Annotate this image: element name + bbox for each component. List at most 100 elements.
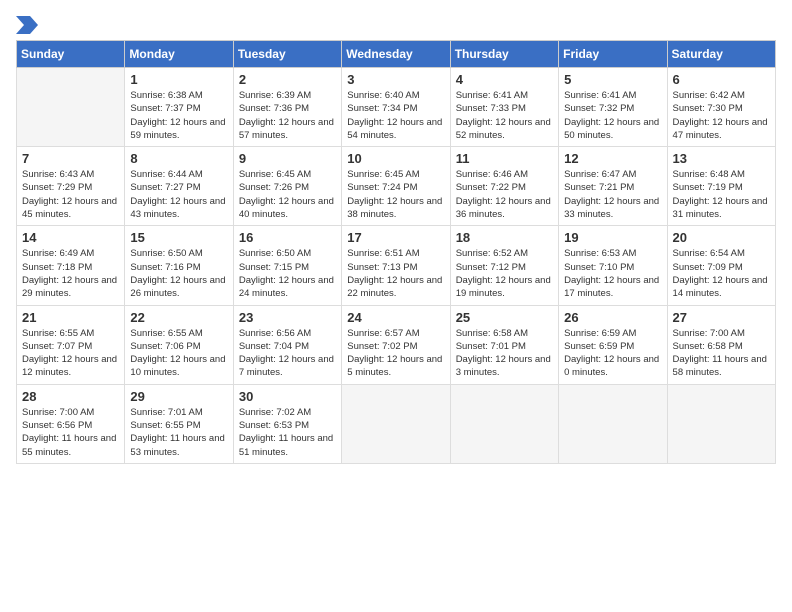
day-number: 13 bbox=[673, 151, 770, 166]
calendar-cell: 23 Sunrise: 6:56 AMSunset: 7:04 PMDayligh… bbox=[233, 305, 341, 384]
day-info: Sunrise: 6:48 AMSunset: 7:19 PMDaylight:… bbox=[673, 168, 770, 221]
day-info: Sunrise: 6:45 AMSunset: 7:24 PMDaylight:… bbox=[347, 168, 444, 221]
day-number: 25 bbox=[456, 310, 553, 325]
calendar-cell bbox=[667, 384, 775, 463]
day-info: Sunrise: 6:54 AMSunset: 7:09 PMDaylight:… bbox=[673, 247, 770, 300]
day-info: Sunrise: 6:46 AMSunset: 7:22 PMDaylight:… bbox=[456, 168, 553, 221]
day-number: 15 bbox=[130, 230, 227, 245]
calendar-cell: 10 Sunrise: 6:45 AMSunset: 7:24 PMDayligh… bbox=[342, 147, 450, 226]
calendar-cell: 28Sunrise: 7:00 AMSunset: 6:56 PMDayligh… bbox=[17, 384, 125, 463]
day-header-thursday: Thursday bbox=[450, 41, 558, 68]
day-info: Sunrise: 6:47 AMSunset: 7:21 PMDaylight:… bbox=[564, 168, 661, 221]
day-info: Sunrise: 7:00 AMSunset: 6:56 PMDaylight:… bbox=[22, 406, 119, 459]
calendar-cell: 25 Sunrise: 6:58 AMSunset: 7:01 PMDayligh… bbox=[450, 305, 558, 384]
calendar-week-row: 1 Sunrise: 6:38 AMSunset: 7:37 PMDaylight… bbox=[17, 68, 776, 147]
day-number: 6 bbox=[673, 72, 770, 87]
day-info: Sunrise: 6:50 AMSunset: 7:16 PMDaylight:… bbox=[130, 247, 227, 300]
day-number: 17 bbox=[347, 230, 444, 245]
calendar-cell: 24 Sunrise: 6:57 AMSunset: 7:02 PMDayligh… bbox=[342, 305, 450, 384]
day-number: 8 bbox=[130, 151, 227, 166]
day-info: Sunrise: 6:43 AMSunset: 7:29 PMDaylight:… bbox=[22, 168, 119, 221]
day-info: Sunrise: 6:50 AMSunset: 7:15 PMDaylight:… bbox=[239, 247, 336, 300]
calendar-cell: 8 Sunrise: 6:44 AMSunset: 7:27 PMDaylight… bbox=[125, 147, 233, 226]
day-info: Sunrise: 6:58 AMSunset: 7:01 PMDaylight:… bbox=[456, 327, 553, 380]
day-header-monday: Monday bbox=[125, 41, 233, 68]
day-number: 23 bbox=[239, 310, 336, 325]
calendar-week-row: 28Sunrise: 7:00 AMSunset: 6:56 PMDayligh… bbox=[17, 384, 776, 463]
day-header-sunday: Sunday bbox=[17, 41, 125, 68]
day-info: Sunrise: 7:00 AMSunset: 6:58 PMDaylight:… bbox=[673, 327, 770, 380]
day-number: 20 bbox=[673, 230, 770, 245]
calendar-cell: 2 Sunrise: 6:39 AMSunset: 7:36 PMDaylight… bbox=[233, 68, 341, 147]
day-header-tuesday: Tuesday bbox=[233, 41, 341, 68]
day-info: Sunrise: 6:45 AMSunset: 7:26 PMDaylight:… bbox=[239, 168, 336, 221]
day-info: Sunrise: 7:02 AMSunset: 6:53 PMDaylight:… bbox=[239, 406, 336, 459]
calendar-cell: 26 Sunrise: 6:59 AMSunset: 6:59 PMDayligh… bbox=[559, 305, 667, 384]
calendar-cell bbox=[450, 384, 558, 463]
day-info: Sunrise: 6:56 AMSunset: 7:04 PMDaylight:… bbox=[239, 327, 336, 380]
calendar-cell: 16 Sunrise: 6:50 AMSunset: 7:15 PMDayligh… bbox=[233, 226, 341, 305]
calendar-cell: 11 Sunrise: 6:46 AMSunset: 7:22 PMDayligh… bbox=[450, 147, 558, 226]
calendar-cell: 29 Sunrise: 7:01 AMSunset: 6:55 PMDayligh… bbox=[125, 384, 233, 463]
day-number: 10 bbox=[347, 151, 444, 166]
day-number: 30 bbox=[239, 389, 336, 404]
page-header bbox=[16, 16, 776, 30]
day-info: Sunrise: 6:52 AMSunset: 7:12 PMDaylight:… bbox=[456, 247, 553, 300]
day-number: 12 bbox=[564, 151, 661, 166]
logo bbox=[16, 16, 38, 30]
calendar-cell: 17 Sunrise: 6:51 AMSunset: 7:13 PMDayligh… bbox=[342, 226, 450, 305]
day-number: 16 bbox=[239, 230, 336, 245]
day-number: 26 bbox=[564, 310, 661, 325]
calendar-cell bbox=[342, 384, 450, 463]
calendar-cell: 19 Sunrise: 6:53 AMSunset: 7:10 PMDayligh… bbox=[559, 226, 667, 305]
day-info: Sunrise: 6:51 AMSunset: 7:13 PMDaylight:… bbox=[347, 247, 444, 300]
day-info: Sunrise: 6:55 AMSunset: 7:06 PMDaylight:… bbox=[130, 327, 227, 380]
calendar-cell: 5 Sunrise: 6:41 AMSunset: 7:32 PMDaylight… bbox=[559, 68, 667, 147]
day-info: Sunrise: 6:57 AMSunset: 7:02 PMDaylight:… bbox=[347, 327, 444, 380]
day-info: Sunrise: 6:39 AMSunset: 7:36 PMDaylight:… bbox=[239, 89, 336, 142]
calendar-cell: 4 Sunrise: 6:41 AMSunset: 7:33 PMDaylight… bbox=[450, 68, 558, 147]
calendar-week-row: 21 Sunrise: 6:55 AMSunset: 7:07 PMDayligh… bbox=[17, 305, 776, 384]
day-number: 24 bbox=[347, 310, 444, 325]
day-info: Sunrise: 6:41 AMSunset: 7:32 PMDaylight:… bbox=[564, 89, 661, 142]
day-info: Sunrise: 6:38 AMSunset: 7:37 PMDaylight:… bbox=[130, 89, 227, 142]
day-info: Sunrise: 6:40 AMSunset: 7:34 PMDaylight:… bbox=[347, 89, 444, 142]
calendar-cell: 14Sunrise: 6:49 AMSunset: 7:18 PMDayligh… bbox=[17, 226, 125, 305]
day-number: 19 bbox=[564, 230, 661, 245]
day-number: 3 bbox=[347, 72, 444, 87]
calendar-cell: 6 Sunrise: 6:42 AMSunset: 7:30 PMDaylight… bbox=[667, 68, 775, 147]
calendar-cell: 18Sunrise: 6:52 AMSunset: 7:12 PMDayligh… bbox=[450, 226, 558, 305]
day-info: Sunrise: 6:55 AMSunset: 7:07 PMDaylight:… bbox=[22, 327, 119, 380]
day-number: 27 bbox=[673, 310, 770, 325]
day-number: 11 bbox=[456, 151, 553, 166]
logo-icon bbox=[16, 16, 38, 34]
day-header-wednesday: Wednesday bbox=[342, 41, 450, 68]
day-info: Sunrise: 6:44 AMSunset: 7:27 PMDaylight:… bbox=[130, 168, 227, 221]
calendar-cell: 30 Sunrise: 7:02 AMSunset: 6:53 PMDayligh… bbox=[233, 384, 341, 463]
day-number: 29 bbox=[130, 389, 227, 404]
calendar-cell: 15 Sunrise: 6:50 AMSunset: 7:16 PMDayligh… bbox=[125, 226, 233, 305]
calendar-cell: 20 Sunrise: 6:54 AMSunset: 7:09 PMDayligh… bbox=[667, 226, 775, 305]
calendar-cell: 7Sunrise: 6:43 AMSunset: 7:29 PMDaylight… bbox=[17, 147, 125, 226]
calendar-cell: 12 Sunrise: 6:47 AMSunset: 7:21 PMDayligh… bbox=[559, 147, 667, 226]
calendar-week-row: 7Sunrise: 6:43 AMSunset: 7:29 PMDaylight… bbox=[17, 147, 776, 226]
calendar-header-row: SundayMondayTuesdayWednesdayThursdayFrid… bbox=[17, 41, 776, 68]
day-header-saturday: Saturday bbox=[667, 41, 775, 68]
day-number: 5 bbox=[564, 72, 661, 87]
calendar-cell: 21 Sunrise: 6:55 AMSunset: 7:07 PMDayligh… bbox=[17, 305, 125, 384]
day-number: 1 bbox=[130, 72, 227, 87]
day-info: Sunrise: 6:59 AMSunset: 6:59 PMDaylight:… bbox=[564, 327, 661, 380]
day-number: 14 bbox=[22, 230, 119, 245]
day-number: 9 bbox=[239, 151, 336, 166]
calendar-cell: 22Sunrise: 6:55 AMSunset: 7:06 PMDayligh… bbox=[125, 305, 233, 384]
day-info: Sunrise: 7:01 AMSunset: 6:55 PMDaylight:… bbox=[130, 406, 227, 459]
day-info: Sunrise: 6:53 AMSunset: 7:10 PMDaylight:… bbox=[564, 247, 661, 300]
day-number: 4 bbox=[456, 72, 553, 87]
day-info: Sunrise: 6:42 AMSunset: 7:30 PMDaylight:… bbox=[673, 89, 770, 142]
calendar-cell: 13 Sunrise: 6:48 AMSunset: 7:19 PMDayligh… bbox=[667, 147, 775, 226]
day-number: 2 bbox=[239, 72, 336, 87]
day-info: Sunrise: 6:41 AMSunset: 7:33 PMDaylight:… bbox=[456, 89, 553, 142]
calendar-cell: 3 Sunrise: 6:40 AMSunset: 7:34 PMDaylight… bbox=[342, 68, 450, 147]
calendar-cell: 27 Sunrise: 7:00 AMSunset: 6:58 PMDayligh… bbox=[667, 305, 775, 384]
day-number: 21 bbox=[22, 310, 119, 325]
